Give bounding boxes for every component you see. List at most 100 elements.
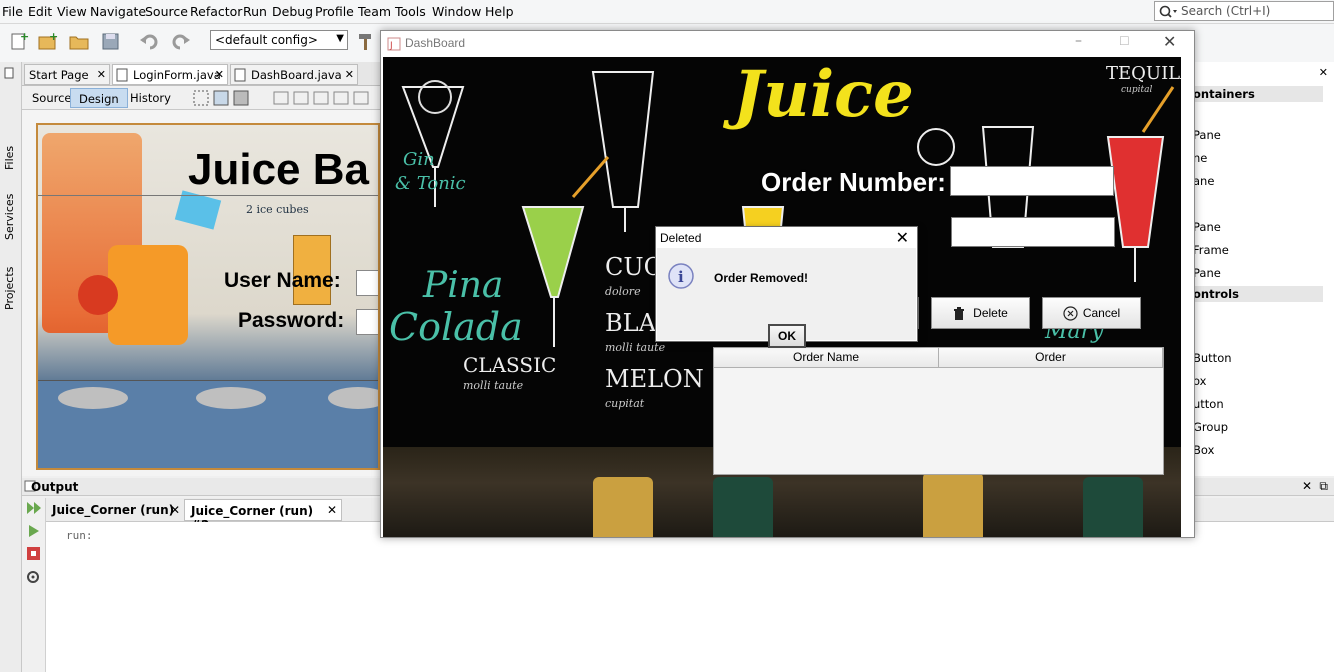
services-tab[interactable]: Services: [3, 194, 16, 240]
tab-dashboard[interactable]: DashBoard.java ✕: [230, 64, 358, 85]
palette-item[interactable]: ox: [1193, 374, 1207, 388]
menu-team[interactable]: Team: [358, 4, 391, 19]
config-select[interactable]: <default config> ▼: [210, 30, 348, 50]
close-icon[interactable]: ✕: [896, 228, 909, 247]
menu-run[interactable]: Run: [243, 4, 267, 19]
config-value: <default config>: [215, 33, 318, 47]
order-number-field[interactable]: [950, 166, 1114, 196]
undo-icon: [140, 34, 158, 50]
stool-image: [58, 387, 128, 409]
guide-line: [38, 380, 378, 381]
black-subtext: molli taute: [605, 341, 666, 354]
close-icon[interactable]: ✕: [97, 68, 106, 81]
apple-image: [78, 275, 118, 315]
table-header-order[interactable]: Order: [939, 348, 1163, 368]
menu-file[interactable]: File: [2, 4, 23, 19]
close-icon[interactable]: ✕: [1319, 66, 1328, 79]
pina-text: Pina: [423, 265, 504, 306]
close-icon[interactable]: ✕: [215, 68, 224, 81]
save-all-button[interactable]: [100, 30, 122, 52]
menu-debug[interactable]: Debug: [272, 4, 313, 19]
menu-refactor[interactable]: Refactor: [190, 4, 242, 19]
cancel-button[interactable]: Cancel: [1042, 297, 1141, 329]
tab-run-1[interactable]: Juice_Corner (run) ✕: [46, 499, 184, 521]
menu-tools[interactable]: Tools: [395, 4, 426, 19]
guide-line: [38, 195, 378, 196]
close-icon[interactable]: ✕: [327, 503, 337, 517]
order-field[interactable]: [951, 217, 1115, 247]
menu-navigate[interactable]: Navigate: [90, 4, 146, 19]
close-button[interactable]: ✕: [1163, 32, 1176, 51]
align-icons[interactable]: [272, 90, 378, 106]
chair-image: [593, 477, 653, 537]
palette-item[interactable]: Pane: [1193, 128, 1221, 142]
new-project-button[interactable]: +: [36, 30, 58, 52]
new-project-icon: +: [38, 30, 58, 50]
menu-edit[interactable]: Edit: [28, 4, 52, 19]
selection-mode-icon[interactable]: [192, 89, 252, 107]
stop-icon[interactable]: [26, 546, 42, 562]
ice-note: 2 ice cubes: [246, 203, 309, 216]
build-button[interactable]: [356, 30, 378, 52]
new-file-button[interactable]: +: [8, 30, 30, 52]
minimize-button[interactable]: –: [1075, 33, 1082, 49]
palette-item[interactable]: Frame: [1193, 243, 1229, 257]
settings-icon[interactable]: [25, 569, 43, 585]
deleted-dialog[interactable]: Deleted ✕ i Order Removed! OK: [655, 226, 918, 348]
orders-table[interactable]: Order Name Order: [713, 347, 1164, 475]
palette-item[interactable]: Button: [1193, 351, 1232, 365]
login-form-preview[interactable]: 2 ice cubes Juice Ba User Name: Password…: [36, 123, 380, 470]
ok-button[interactable]: OK: [768, 324, 806, 348]
palette-item[interactable]: Pane: [1193, 266, 1221, 280]
undo-button[interactable]: [138, 30, 160, 52]
tab-run-2[interactable]: Juice_Corner (run) #2✕: [184, 499, 342, 532]
palette-section-controls[interactable]: ontrols: [1189, 286, 1323, 302]
tab-start-page[interactable]: Start Page ✕: [24, 64, 110, 85]
username-field[interactable]: [356, 270, 378, 296]
stool-image: [196, 387, 266, 409]
melon-subtext: cupitat: [605, 397, 645, 410]
palette-item[interactable]: ane: [1193, 174, 1214, 188]
palette-section-containers[interactable]: ontainers: [1189, 86, 1323, 102]
tab-loginform[interactable]: LoginForm.java ✕: [112, 64, 228, 85]
maximize-button[interactable]: ☐: [1119, 34, 1130, 48]
search-input[interactable]: Search (Ctrl+I): [1154, 1, 1334, 21]
order-number-label: Order Number:: [761, 167, 946, 197]
design-mode-button[interactable]: Design: [70, 88, 128, 108]
username-label: User Name:: [224, 269, 341, 292]
run-again-icon[interactable]: [25, 523, 43, 539]
tab-label: LoginForm.java: [133, 68, 221, 82]
delete-button[interactable]: Delete: [931, 297, 1030, 329]
projects-tab[interactable]: Projects: [3, 267, 16, 310]
palette-item[interactable]: Group: [1193, 420, 1228, 434]
history-mode-button[interactable]: History: [122, 88, 179, 108]
password-field[interactable]: [356, 309, 378, 335]
maximize-icon[interactable]: ⧉: [1319, 479, 1328, 494]
menu-help[interactable]: Help: [485, 4, 514, 19]
palette-panel: ontainers Pane ne ane Pane Frame Pane on…: [1180, 62, 1334, 476]
open-project-button[interactable]: [68, 30, 90, 52]
password-label: Password:: [238, 309, 345, 332]
palette-item[interactable]: Pane: [1193, 220, 1221, 234]
palette-item[interactable]: ne: [1193, 151, 1207, 165]
tonic-text: & Tonic: [395, 173, 466, 194]
menu-view[interactable]: View: [57, 4, 87, 19]
close-icon[interactable]: ✕: [345, 68, 354, 81]
palette-item[interactable]: utton: [1193, 397, 1224, 411]
close-icon[interactable]: ✕: [1302, 479, 1312, 493]
files-tab[interactable]: Files: [3, 146, 16, 170]
menu-source[interactable]: Source: [145, 4, 188, 19]
redo-button[interactable]: [170, 30, 192, 52]
rerun-icon[interactable]: [25, 500, 43, 516]
output-title: Output: [31, 480, 79, 494]
menu-window[interactable]: Window: [432, 4, 481, 19]
info-icon: i: [668, 263, 694, 289]
folder-icon: [69, 36, 89, 50]
stool-image: [328, 387, 378, 409]
palette-item[interactable]: Box: [1193, 443, 1214, 457]
table-header-order-name[interactable]: Order Name: [714, 348, 939, 368]
chair-image: [713, 477, 773, 537]
close-icon[interactable]: ✕: [170, 503, 180, 517]
menu-profile[interactable]: Profile: [315, 4, 354, 19]
output-console[interactable]: run:: [46, 522, 1334, 672]
